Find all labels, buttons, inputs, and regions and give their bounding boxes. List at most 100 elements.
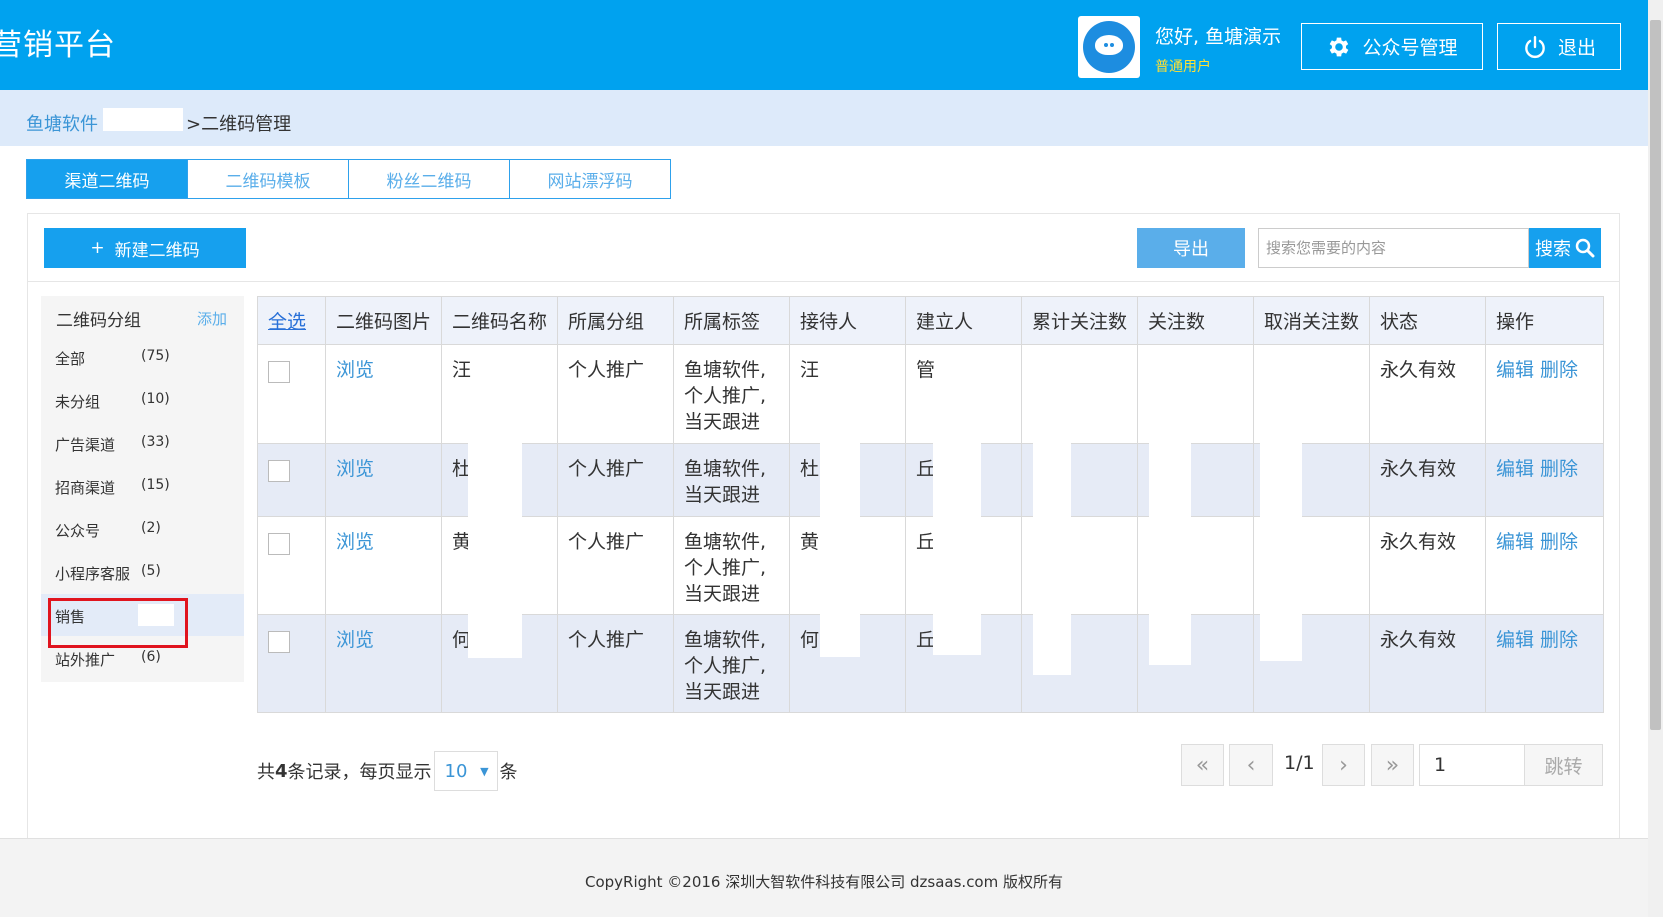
unfollow-cell	[1253, 344, 1370, 444]
fish-icon	[1095, 35, 1123, 55]
view-image-link[interactable]: 浏览	[336, 458, 374, 480]
receiver-cell: 汪	[789, 344, 906, 444]
group-item-miniprogram-service[interactable]: 小程序客服 (5)	[41, 551, 244, 593]
delete-link[interactable]: 删除	[1540, 629, 1578, 651]
qrcode-table: 全选 二维码图片 二维码名称 所属分组 所属标签 接待人 建立人 累计关注数 关…	[257, 296, 1604, 713]
jump-button[interactable]: 跳转	[1524, 744, 1603, 786]
row-checkbox[interactable]	[268, 631, 290, 653]
page-indicator: 1/1	[1284, 752, 1315, 774]
tag-text: 当天跟进	[684, 681, 761, 703]
edit-link[interactable]: 编辑	[1496, 629, 1534, 651]
new-qrcode-button[interactable]: + 新建二维码	[44, 228, 246, 268]
group-item-ungrouped[interactable]: 未分组 (10)	[41, 379, 244, 421]
table-row: 浏览 汪 个人推广 鱼塘软件, 个人推广, 当天跟进 汪 管 永久有效 编辑 删除	[257, 344, 1604, 444]
status-cell: 永久有效	[1369, 614, 1486, 713]
group-item-sales[interactable]: 销售	[41, 594, 244, 636]
chevron-left-icon: ‹	[1246, 752, 1256, 778]
group-item-count: (33)	[141, 434, 170, 450]
redaction-mask	[468, 443, 522, 658]
redaction-mask	[1149, 443, 1191, 665]
tag-text: 个人推广,	[684, 655, 767, 677]
total-follow-cell	[1021, 344, 1138, 444]
mp-management-label: 公众号管理	[1362, 37, 1458, 59]
group-item-name: 站外推广	[55, 651, 116, 669]
actions-cell: 编辑 删除	[1485, 443, 1604, 517]
view-image-link[interactable]: 浏览	[336, 359, 374, 381]
jump-page-input[interactable]	[1419, 744, 1525, 786]
actions-cell: 编辑 删除	[1485, 516, 1604, 615]
next-page-button[interactable]: ›	[1322, 744, 1365, 786]
edit-link[interactable]: 编辑	[1496, 458, 1534, 480]
status-cell: 永久有效	[1369, 443, 1486, 517]
last-page-button[interactable]: »	[1371, 744, 1414, 786]
tab-floating-qrcode[interactable]: 网站漂浮码	[509, 159, 671, 199]
total-suffix: 条记录，每页显示	[287, 762, 432, 783]
tag-text: 鱼塘软件,	[684, 458, 767, 480]
prev-page-button[interactable]: ‹	[1229, 744, 1273, 786]
tag-text: 当天跟进	[684, 484, 761, 506]
tags-cell: 鱼塘软件, 个人推广, 当天跟进	[673, 614, 790, 713]
group-sidebar: 二维码分组 添加 全部 (75) 未分组 (10) 广告渠道 (33) 招商渠道…	[41, 296, 244, 682]
table-row: 浏览 黄 个人推广 鱼塘软件, 个人推广, 当天跟进 黄 丘 永久有效 编辑 删除	[257, 516, 1604, 615]
page-size-unit: 条	[499, 762, 518, 783]
group-item-count: (15)	[141, 477, 170, 493]
select-all-link[interactable]: 全选	[268, 311, 306, 333]
group-item-official-account[interactable]: 公众号 (2)	[41, 508, 244, 550]
mp-management-button[interactable]: 公众号管理	[1301, 23, 1483, 70]
redaction-mask	[933, 443, 981, 655]
delete-link[interactable]: 删除	[1540, 458, 1578, 480]
select-all-header: 全选	[257, 296, 326, 345]
breadcrumb-home[interactable]: 鱼塘软件	[26, 110, 98, 136]
group-item-ad-channel[interactable]: 广告渠道 (33)	[41, 422, 244, 464]
page-size-select[interactable]: 10 ▼	[433, 751, 498, 791]
row-checkbox[interactable]	[268, 361, 290, 383]
group-cell: 个人推广	[557, 344, 674, 444]
export-button[interactable]: 导出	[1137, 228, 1245, 268]
tag-text: 个人推广,	[684, 385, 767, 407]
logout-button[interactable]: 退出	[1497, 23, 1621, 70]
delete-link[interactable]: 删除	[1540, 531, 1578, 553]
add-group-link[interactable]: 添加	[197, 308, 227, 329]
group-item-all[interactable]: 全部 (75)	[41, 336, 244, 378]
tag-text: 鱼塘软件,	[684, 531, 767, 553]
tab-channel-qrcode[interactable]: 渠道二维码	[26, 159, 188, 199]
row-checkbox[interactable]	[268, 533, 290, 555]
column-header: 二维码名称	[441, 296, 558, 345]
edit-link[interactable]: 编辑	[1496, 531, 1534, 553]
redaction-mask	[103, 108, 183, 131]
total-prefix: 共	[257, 762, 275, 783]
plus-icon: +	[90, 238, 105, 258]
first-page-button[interactable]: «	[1181, 744, 1224, 786]
group-item-name: 全部	[55, 350, 86, 368]
avatar[interactable]	[1078, 16, 1140, 78]
redaction-mask	[1033, 443, 1071, 675]
tag-text: 个人推广,	[684, 557, 767, 579]
column-header: 所属标签	[673, 296, 790, 345]
user-role: 普通用户	[1155, 59, 1211, 75]
status-cell: 永久有效	[1369, 516, 1486, 615]
delete-link[interactable]: 删除	[1540, 359, 1578, 381]
group-item-name: 招商渠道	[55, 479, 116, 497]
copyright-text: CopyRight ©2016 深圳大智软件科技有限公司 dzsaas.com …	[584, 873, 1063, 891]
search-input[interactable]	[1258, 228, 1529, 268]
group-cell: 个人推广	[557, 443, 674, 517]
column-header: 状态	[1369, 296, 1486, 345]
creator-cell: 管	[905, 344, 1022, 444]
view-image-link[interactable]: 浏览	[336, 629, 374, 651]
column-header: 操作	[1485, 296, 1604, 345]
tags-cell: 鱼塘软件, 个人推广, 当天跟进	[673, 344, 790, 444]
row-checkbox[interactable]	[268, 460, 290, 482]
group-item-external-promo[interactable]: 站外推广 (6)	[41, 637, 244, 679]
edit-link[interactable]: 编辑	[1496, 359, 1534, 381]
tags-cell: 鱼塘软件, 当天跟进	[673, 443, 790, 517]
group-item-name: 销售	[55, 608, 86, 626]
group-item-merchant-channel[interactable]: 招商渠道 (15)	[41, 465, 244, 507]
divider	[27, 281, 1620, 282]
scrollbar-thumb[interactable]	[1650, 20, 1661, 730]
view-image-link[interactable]: 浏览	[336, 531, 374, 553]
search-button[interactable]: 搜索	[1529, 228, 1601, 268]
tab-qrcode-template[interactable]: 二维码模板	[187, 159, 349, 199]
group-item-name: 未分组	[55, 393, 101, 411]
tab-fan-qrcode[interactable]: 粉丝二维码	[348, 159, 510, 199]
new-qrcode-label: 新建二维码	[114, 240, 200, 261]
